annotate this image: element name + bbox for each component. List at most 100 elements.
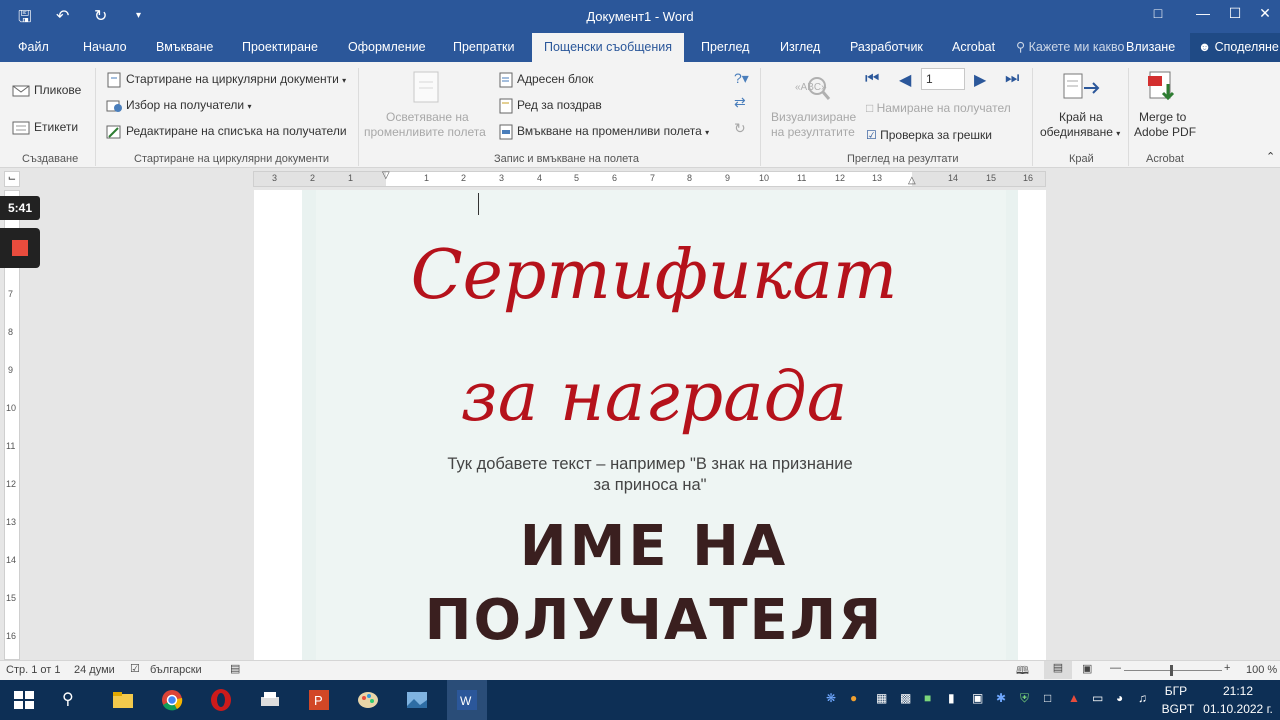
tab-layout[interactable]: Оформление: [348, 33, 426, 62]
recipient-name-line2[interactable]: ПОЛУЧАТЕЛЯ: [304, 588, 1004, 653]
clock-time[interactable]: 21:12: [1200, 684, 1276, 698]
tab-home[interactable]: Начало: [83, 33, 127, 62]
share-button[interactable]: ☻ Споделяне: [1190, 33, 1280, 62]
document-title: Документ1 - Word: [586, 9, 694, 24]
tab-insert[interactable]: Вмъкване: [156, 33, 213, 62]
tab-references[interactable]: Препратки: [453, 33, 514, 62]
rules-icon[interactable]: ?▾: [734, 70, 749, 87]
update-labels-icon[interactable]: ↻: [734, 120, 746, 137]
tray-app-icon[interactable]: ▣: [972, 691, 983, 705]
page-count[interactable]: Стр. 1 от 1: [6, 664, 60, 676]
finish-merge-button[interactable]: Край на: [1059, 110, 1103, 124]
battery-icon[interactable]: ▭: [1092, 691, 1103, 705]
envelopes-button[interactable]: Пликове: [12, 83, 81, 97]
tray-app-icon[interactable]: □: [1044, 691, 1051, 705]
photos-icon[interactable]: [405, 688, 429, 712]
first-line-indent-marker[interactable]: ▽: [382, 170, 390, 181]
find-recipient-button[interactable]: □ Намиране на получател: [866, 101, 1011, 115]
microphone-icon[interactable]: ▮: [948, 691, 955, 705]
recipient-name-line1[interactable]: ИМЕ НА: [304, 514, 1004, 579]
paint-icon[interactable]: [356, 688, 380, 712]
greeting-line-button[interactable]: Ред за поздрав: [499, 98, 602, 114]
print-layout-icon[interactable]: ▤: [1044, 661, 1072, 679]
word-count[interactable]: 24 думи: [74, 664, 115, 676]
tab-mailings[interactable]: Пощенски съобщения: [532, 33, 685, 62]
horizontal-ruler[interactable]: 3 2 1 1 2 3 4 5 6 7 8 9 10 11 12 13 14 1…: [253, 170, 1046, 187]
search-icon[interactable]: ⚲: [62, 689, 74, 709]
ruler-tick: 10: [759, 173, 770, 183]
zoom-slider-thumb[interactable]: [1170, 665, 1173, 676]
right-indent-marker[interactable]: △: [908, 175, 916, 186]
preview-results-button[interactable]: Визуализиране: [771, 110, 856, 124]
signin-link[interactable]: Влизане: [1126, 33, 1175, 62]
last-record-icon[interactable]: ⏭: [1005, 70, 1019, 88]
ruler-tick: 16: [1023, 173, 1034, 183]
volume-icon[interactable]: ♫: [1138, 691, 1147, 705]
close-button[interactable]: ✕: [1250, 5, 1280, 22]
tab-selector-icon[interactable]: ⌙: [4, 171, 20, 187]
start-mail-merge-button[interactable]: Стартиране на циркулярни документи ▾: [106, 72, 346, 88]
zoom-level[interactable]: 100 %: [1246, 664, 1277, 676]
tab-design[interactable]: Проектиране: [242, 33, 318, 62]
collapse-ribbon-icon[interactable]: ⌃: [1266, 150, 1275, 163]
certificate-subtitle[interactable]: Тук добавете текст – например "В знак на…: [380, 454, 920, 496]
read-mode-icon[interactable]: 🕮: [1016, 662, 1029, 681]
input-language-top[interactable]: БГР: [1160, 684, 1192, 698]
first-record-icon[interactable]: ⏮: [865, 70, 879, 88]
ruler-tick: 11: [797, 173, 807, 183]
powerpoint-icon[interactable]: P: [307, 688, 331, 712]
security-shield-icon[interactable]: ⛨: [1020, 691, 1029, 706]
minimize-button[interactable]: —: [1188, 5, 1218, 21]
edit-recipient-list-button[interactable]: Редактиране на списъка на получатели: [106, 124, 347, 140]
input-language-bottom[interactable]: BGPT: [1160, 702, 1196, 716]
certificate-subtitle-line2: за приноса на": [593, 476, 707, 494]
match-fields-icon[interactable]: ⇄: [734, 94, 746, 111]
tray-app-icon[interactable]: ▲: [1068, 691, 1080, 705]
tray-app-icon[interactable]: ❋: [826, 691, 836, 705]
word-icon[interactable]: W: [455, 688, 479, 712]
certificate-title-line2[interactable]: за награда: [404, 358, 904, 437]
highlight-fields-button[interactable]: Осветяване на: [386, 110, 469, 124]
address-block-button[interactable]: Адресен блок: [499, 72, 593, 88]
proofing-icon[interactable]: ☑: [130, 662, 140, 675]
ruler-tick: 10: [6, 403, 17, 413]
insert-merge-field-button[interactable]: Вмъкване на променливи полета ▾: [499, 124, 709, 140]
tab-review[interactable]: Преглед: [701, 33, 749, 62]
recipients-icon: [106, 100, 122, 112]
language-indicator[interactable]: български: [150, 664, 202, 676]
tray-app-icon[interactable]: ■: [924, 691, 931, 705]
maximize-button[interactable]: ☐: [1220, 5, 1250, 22]
opera-icon[interactable]: [209, 688, 233, 712]
tray-app-icon[interactable]: ▦: [876, 691, 887, 705]
file-explorer-icon[interactable]: [111, 688, 135, 712]
zoom-slider[interactable]: [1124, 670, 1222, 671]
printer-app-icon[interactable]: [258, 688, 282, 712]
web-layout-icon[interactable]: ▣: [1082, 662, 1092, 675]
zoom-out-icon[interactable]: —: [1110, 662, 1121, 674]
clock-date[interactable]: 01.10.2022 г.: [1200, 702, 1276, 716]
tab-view[interactable]: Изглед: [780, 33, 820, 62]
select-recipients-button[interactable]: Избор на получатели ▾: [106, 98, 251, 114]
next-record-icon[interactable]: ▶: [974, 70, 986, 90]
tab-file[interactable]: Файл: [18, 33, 49, 62]
merge-to-pdf-button[interactable]: Merge to: [1139, 110, 1186, 124]
stop-recording-button[interactable]: [0, 228, 40, 268]
tell-me-search[interactable]: ⚲ Кажете ми какво: [1016, 33, 1124, 62]
tab-acrobat[interactable]: Acrobat: [952, 33, 995, 62]
tray-app-icon[interactable]: ▩: [900, 691, 911, 705]
labels-button[interactable]: Етикети: [12, 120, 78, 135]
tab-developer[interactable]: Разработчик: [850, 33, 923, 62]
windows-start-icon[interactable]: [12, 688, 36, 712]
check-errors-button[interactable]: ☑ Проверка за грешки: [866, 128, 992, 142]
chrome-icon[interactable]: [160, 688, 184, 712]
macro-record-icon[interactable]: ▤: [230, 662, 240, 675]
chevron-down-icon: ▾: [1116, 129, 1121, 138]
tray-app-icon[interactable]: ●: [850, 691, 857, 705]
wifi-icon[interactable]: ◕: [1116, 691, 1123, 705]
previous-record-icon[interactable]: ◀: [899, 70, 911, 90]
certificate-title-line1[interactable]: Сертификат: [404, 236, 904, 315]
zoom-in-icon[interactable]: +: [1224, 662, 1230, 674]
bluetooth-icon[interactable]: ✱: [996, 691, 1006, 705]
ribbon-display-icon[interactable]: □: [1143, 5, 1173, 21]
record-number-input[interactable]: 1: [921, 68, 965, 90]
